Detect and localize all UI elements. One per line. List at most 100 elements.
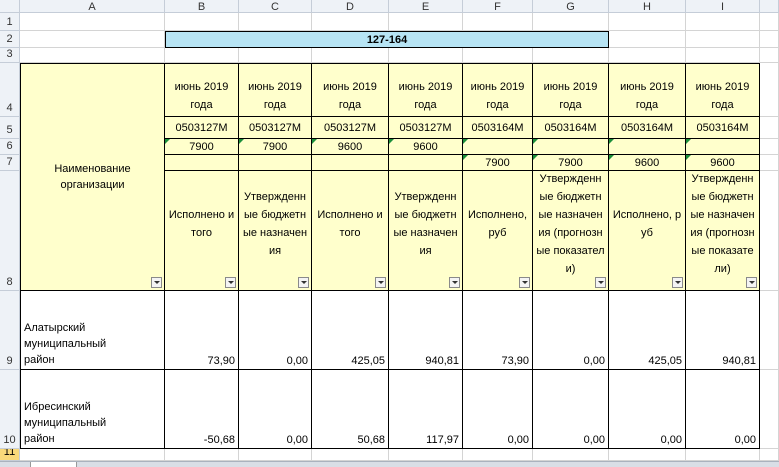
column-header-d[interactable]: D (312, 0, 389, 13)
cell[interactable] (312, 48, 389, 63)
row-header-10[interactable]: 10 (0, 370, 20, 449)
row-header-1[interactable]: 1 (0, 13, 20, 31)
code-7[interactable] (165, 155, 239, 171)
cell[interactable] (609, 31, 686, 48)
row-header-2[interactable]: 2 (0, 31, 20, 48)
cell[interactable] (389, 48, 463, 63)
cell[interactable] (239, 13, 312, 31)
column-header-i[interactable]: I (686, 0, 760, 13)
value-cell[interactable]: 940,81 (389, 291, 463, 370)
column-title[interactable]: Утвержденные бюджетные назначения (прогн… (686, 171, 760, 291)
cell[interactable] (760, 370, 779, 449)
value-cell[interactable]: 117,97 (389, 370, 463, 449)
cell[interactable] (239, 48, 312, 63)
value-cell[interactable]: 0,00 (239, 370, 312, 449)
cell[interactable] (20, 48, 165, 63)
cell[interactable] (760, 291, 779, 370)
code-6[interactable] (533, 139, 609, 155)
cell[interactable] (533, 48, 609, 63)
cell[interactable] (533, 13, 609, 31)
cell[interactable] (760, 449, 779, 461)
organization-name[interactable]: Алатырский муниципальный район (20, 291, 165, 370)
cell[interactable] (239, 449, 312, 461)
period-label[interactable]: июнь 2019 года (389, 63, 463, 117)
cell[interactable] (312, 449, 389, 461)
code-6[interactable] (463, 139, 533, 155)
code-7[interactable] (239, 155, 312, 171)
value-cell[interactable]: 0,00 (533, 370, 609, 449)
period-label[interactable]: июнь 2019 года (312, 63, 389, 117)
filter-dropdown-button[interactable] (746, 277, 757, 288)
filter-dropdown-button[interactable] (375, 277, 386, 288)
column-title[interactable]: Исполнено, руб (463, 171, 533, 291)
value-cell[interactable]: 0,00 (239, 291, 312, 370)
code-6[interactable]: 9600 (312, 139, 389, 155)
value-cell[interactable]: -50,68 (165, 370, 239, 449)
form-code[interactable]: 0503127М (165, 117, 239, 139)
period-label[interactable]: июнь 2019 года (686, 63, 760, 117)
code-7[interactable] (312, 155, 389, 171)
cell[interactable] (760, 117, 779, 139)
filter-dropdown-button[interactable] (672, 277, 683, 288)
value-cell[interactable]: 0,00 (686, 370, 760, 449)
cell[interactable] (609, 13, 686, 31)
cell[interactable] (20, 13, 165, 31)
value-cell[interactable]: 425,05 (312, 291, 389, 370)
form-code[interactable]: 0503127М (312, 117, 389, 139)
cell[interactable] (463, 48, 533, 63)
cell[interactable] (389, 13, 463, 31)
row-header-6[interactable]: 6 (0, 139, 20, 155)
filter-dropdown-button[interactable] (595, 277, 606, 288)
column-header-h[interactable]: H (609, 0, 686, 13)
column-header-e[interactable]: E (389, 0, 463, 13)
form-code[interactable]: 0503164М (609, 117, 686, 139)
filter-dropdown-button[interactable] (151, 277, 162, 288)
cell[interactable] (312, 13, 389, 31)
title-cell[interactable]: 127-164 (165, 31, 609, 48)
form-code[interactable]: 0503127М (239, 117, 312, 139)
column-header-a[interactable]: A (20, 0, 165, 13)
row-header-4[interactable]: 4 (0, 63, 20, 117)
filter-dropdown-button[interactable] (225, 277, 236, 288)
cell[interactable] (20, 31, 165, 48)
value-cell[interactable]: 940,81 (686, 291, 760, 370)
column-title[interactable]: Исполнено, руб (609, 171, 686, 291)
column-title[interactable]: Утвержденные бюджетные назначения (239, 171, 312, 291)
column-title[interactable]: Исполнено итого (165, 171, 239, 291)
row-header-11[interactable]: 11 (0, 449, 20, 461)
column-title[interactable]: Утвержденные бюджетные назначения (прогн… (533, 171, 609, 291)
form-code[interactable]: 0503164М (533, 117, 609, 139)
value-cell[interactable]: 73,90 (463, 291, 533, 370)
cell[interactable] (165, 48, 239, 63)
cell[interactable] (686, 31, 760, 48)
period-label[interactable]: июнь 2019 года (165, 63, 239, 117)
cell[interactable] (760, 139, 779, 155)
cell[interactable] (20, 449, 165, 461)
row-header-7[interactable]: 7 (0, 155, 20, 171)
form-code[interactable]: 0503127М (389, 117, 463, 139)
value-cell[interactable]: 0,00 (463, 370, 533, 449)
column-title[interactable]: Исполнено итого (312, 171, 389, 291)
organization-name[interactable]: Ибресинский муниципальный район (20, 370, 165, 449)
code-6[interactable] (609, 139, 686, 155)
code-7[interactable] (389, 155, 463, 171)
column-title[interactable]: Утвержденные бюджетные назначения (389, 171, 463, 291)
select-all-corner[interactable] (0, 0, 20, 13)
code-7[interactable]: 9600 (609, 155, 686, 171)
row-header-8[interactable]: 8 (0, 171, 20, 291)
code-7[interactable]: 7900 (463, 155, 533, 171)
period-label[interactable]: июнь 2019 года (463, 63, 533, 117)
period-label[interactable]: июнь 2019 года (609, 63, 686, 117)
cell[interactable] (463, 13, 533, 31)
period-label[interactable]: июнь 2019 года (239, 63, 312, 117)
cell[interactable] (686, 48, 760, 63)
row-header-5[interactable]: 5 (0, 117, 20, 139)
cell[interactable] (686, 13, 760, 31)
filter-dropdown-button[interactable] (449, 277, 460, 288)
code-6[interactable]: 7900 (165, 139, 239, 155)
value-cell[interactable]: 425,05 (609, 291, 686, 370)
code-6[interactable]: 7900 (239, 139, 312, 155)
cell[interactable] (165, 13, 239, 31)
period-label[interactable]: июнь 2019 года (533, 63, 609, 117)
filter-dropdown-button[interactable] (519, 277, 530, 288)
